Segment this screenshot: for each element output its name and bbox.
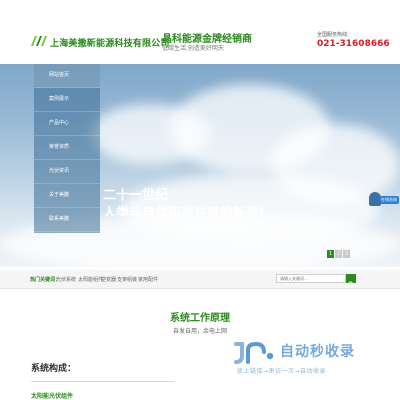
search-icon (348, 281, 355, 288)
sidebar-item-home[interactable]: 网站首页 (34, 64, 100, 88)
banner-subheadline: 人类与自然和谐共存的新要求 (103, 206, 263, 216)
section-subtitle: 自发自用，余电上网 (172, 328, 227, 335)
keyword-link[interactable]: 逆变器 (101, 276, 116, 283)
sidebar-item-label: 关于美撒 (49, 192, 70, 198)
watermark-subtitle: 放上链接→来访一次→自动收录 (237, 368, 327, 375)
banner-headline: 二十一世纪 (103, 188, 169, 203)
sidebar-item-label: 联系美撒 (49, 216, 70, 222)
hotline-label: 全国服务热线: (317, 32, 349, 38)
divider (31, 381, 174, 382)
company-name[interactable]: 上海美撒新能源科技有限公司 (50, 36, 170, 49)
module-link[interactable]: 太阳能光伏组件 (31, 391, 73, 400)
watermark-logo-icon (234, 341, 274, 364)
pager-dot-3[interactable]: 3 (343, 250, 350, 258)
service-label: 在线咨询 (381, 197, 397, 202)
keyword-link[interactable]: 太阳能组件 (78, 276, 103, 283)
header: 上海美撒新能源科技有限公司 晶科能源金牌经销商 低碳生活,创造美好明天 全国服务… (0, 0, 400, 64)
sidebar-item-about[interactable]: 关于美撒 (34, 184, 100, 208)
sidebar-nav: 网站首页 案例展示 产品中心 荣誉资质 光伏资讯 关于美撒 联系美撒 (34, 64, 100, 233)
sidebar-item-contact[interactable]: 联系美撒 (34, 208, 100, 232)
keyword-link[interactable]: 光伏系统 (56, 276, 76, 283)
tagline-subtitle: 低碳生活,创造美好明天 (162, 45, 224, 52)
sidebar-item-label: 案例展示 (49, 96, 70, 102)
sidebar-item-cases[interactable]: 案例展示 (34, 88, 100, 112)
sidebar-item-label: 网站首页 (49, 72, 70, 78)
sidebar-item-label: 产品中心 (49, 120, 70, 126)
sidebar-item-honors[interactable]: 荣誉资质 (34, 136, 100, 160)
search-input[interactable] (276, 274, 346, 283)
sidebar-item-products[interactable]: 产品中心 (34, 112, 100, 136)
online-service-widget[interactable]: 在线咨询 (367, 192, 399, 210)
pager-dot-1[interactable]: 1 (327, 250, 334, 258)
sidebar-item-label: 荣誉资质 (49, 144, 70, 150)
watermark-title: 自动秒收录 (280, 344, 355, 360)
sidebar-item-label: 光伏资讯 (49, 168, 70, 174)
service-bubble[interactable]: 在线咨询 (380, 196, 399, 204)
pager-dot-2[interactable]: 2 (335, 250, 342, 258)
hotline-number: 021-31608666 (317, 39, 390, 49)
keyword-link[interactable]: 支架组装 (117, 276, 137, 283)
sidebar-item-news[interactable]: 光伏资讯 (34, 160, 100, 184)
company-logo-icon[interactable] (30, 35, 48, 47)
search-button[interactable] (346, 274, 356, 288)
keyword-link[interactable]: 家用配件 (138, 276, 158, 283)
composition-heading: 系统构成： (31, 364, 77, 374)
section-title: 系统工作原理 (170, 313, 230, 324)
